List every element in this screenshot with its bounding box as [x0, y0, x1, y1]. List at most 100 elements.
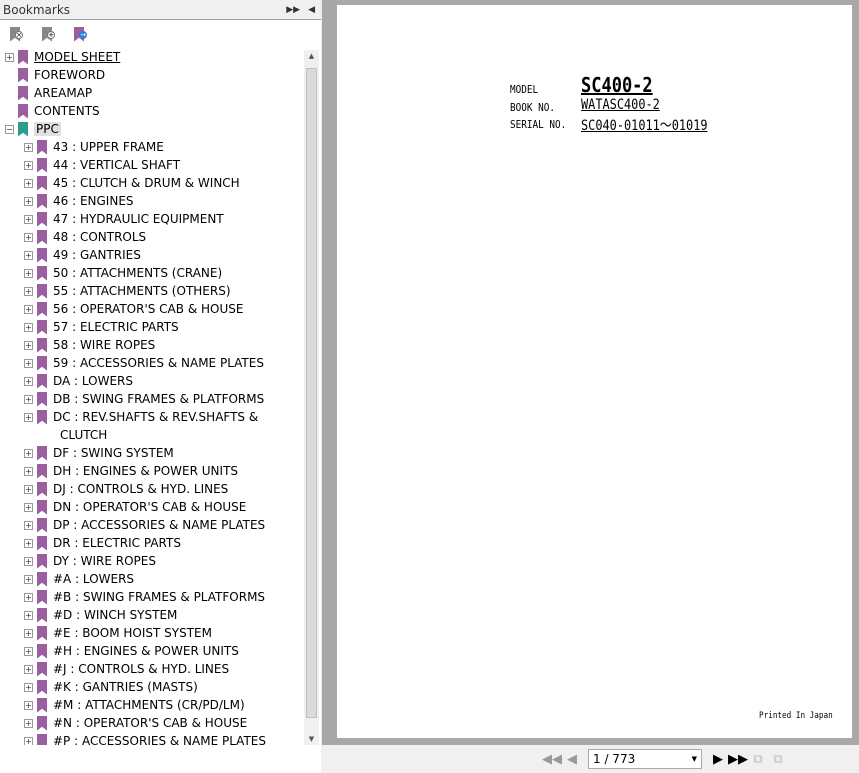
last-page-button[interactable]: ▶▶ — [728, 752, 748, 767]
delete-bookmark-icon[interactable]: × — [10, 26, 23, 42]
bookmark-label: #N : OPERATOR'S CAB & HOUSE — [53, 716, 248, 730]
expand-toggle-icon[interactable]: + — [24, 700, 33, 710]
expand-toggle-icon[interactable]: + — [5, 52, 14, 62]
bookmark-item[interactable]: CLUTCH — [54, 426, 107, 444]
scroll-up-icon[interactable]: ▲ — [304, 52, 319, 60]
previous-view-icon[interactable]: ⧉ — [748, 752, 768, 767]
bookmark-label: DJ : CONTROLS & HYD. LINES — [53, 482, 229, 496]
first-page-button[interactable]: ◀◀ — [542, 752, 562, 767]
bookmark-item[interactable]: − PPC — [5, 120, 61, 138]
bookmark-item[interactable]: +57 : ELECTRIC PARTS — [24, 318, 179, 336]
expand-toggle-icon[interactable]: + — [24, 232, 33, 242]
next-view-icon[interactable]: ⧉ — [768, 752, 788, 767]
bookmark-item[interactable]: + DC : REV.SHAFTS & REV.SHAFTS & — [24, 408, 258, 426]
bookmark-item[interactable]: + #M : ATTACHMENTS (CR/PD/LM) — [24, 696, 245, 714]
expand-toggle-icon[interactable]: + — [24, 358, 33, 368]
bookmark-item[interactable]: + #D : WINCH SYSTEM — [24, 606, 177, 624]
collapse-panel-icon[interactable]: ◀ — [308, 5, 315, 15]
bookmark-item[interactable]: + DY : WIRE ROPES — [24, 552, 156, 570]
bookmark-item[interactable]: + DJ : CONTROLS & HYD. LINES — [24, 480, 228, 498]
bookmark-item[interactable]: + DF : SWING SYSTEM — [24, 444, 174, 462]
expand-toggle-icon[interactable]: + — [24, 502, 33, 512]
previous-page-button[interactable]: ◀ — [562, 752, 582, 767]
expand-toggle-icon[interactable]: + — [24, 574, 33, 584]
bookmark-label: CONTENTS — [34, 104, 100, 118]
bookmark-icon — [37, 229, 47, 245]
bookmark-item[interactable]: + #K : GANTRIES (MASTS) — [24, 678, 198, 696]
expand-toggle-icon[interactable]: + — [24, 376, 33, 386]
bookmark-item[interactable]: + #N : OPERATOR'S CAB & HOUSE — [24, 714, 247, 732]
bookmark-item[interactable]: + #J : CONTROLS & HYD. LINES — [24, 660, 229, 678]
bookmark-item[interactable]: + DA : LOWERS — [24, 372, 133, 390]
expand-toggle-icon[interactable]: + — [24, 142, 33, 152]
expand-toggle-icon[interactable]: + — [24, 646, 33, 656]
bookmark-item[interactable]: + DN : OPERATOR'S CAB & HOUSE — [24, 498, 246, 516]
expand-toggle-icon[interactable]: + — [24, 538, 33, 548]
expand-toggle-icon[interactable]: + — [24, 466, 33, 476]
expand-toggle-icon[interactable]: + — [24, 484, 33, 494]
bookmark-item[interactable]: + DR : ELECTRIC PARTS — [24, 534, 181, 552]
bookmark-label: DH : ENGINES & POWER UNITS — [53, 464, 239, 478]
bookmark-item[interactable]: FOREWORD — [5, 66, 105, 84]
document-view: MODEL SC400-2 BOOK NO. WATASC400-2 SERIA… — [322, 0, 859, 745]
bookmark-item[interactable]: +58 : WIRE ROPES — [24, 336, 155, 354]
expand-toggle-icon[interactable]: − — [5, 124, 14, 134]
bookmark-item[interactable]: + MODEL SHEET — [5, 48, 120, 66]
bookmark-item[interactable]: + #A : LOWERS — [24, 570, 134, 588]
expand-toggle-icon[interactable]: + — [24, 196, 33, 206]
bookmark-icon — [37, 517, 47, 533]
bookmark-item[interactable]: + DH : ENGINES & POWER UNITS — [24, 462, 238, 480]
page-selector[interactable]: 1 / 773 ▼ — [588, 749, 702, 769]
expand-toggle-icon[interactable]: + — [24, 394, 33, 404]
expand-toggle-icon[interactable]: + — [24, 178, 33, 188]
bookmark-item[interactable]: +49 : GANTRIES — [24, 246, 141, 264]
scroll-down-icon[interactable]: ▼ — [304, 735, 319, 743]
tree-scrollbar[interactable]: ▲ ▼ — [304, 50, 319, 745]
bookmark-icon — [37, 589, 47, 605]
expand-toggle-icon[interactable]: + — [24, 214, 33, 224]
bookmark-item[interactable]: + DB : SWING FRAMES & PLATFORMS — [24, 390, 264, 408]
expand-toggle-icon[interactable]: + — [24, 304, 33, 314]
bookmark-icon — [18, 121, 28, 137]
expand-toggle-icon[interactable]: + — [24, 664, 33, 674]
bookmark-item[interactable]: + DP : ACCESSORIES & NAME PLATES — [24, 516, 265, 534]
expand-toggle-icon[interactable]: + — [24, 592, 33, 602]
expand-toggle-icon[interactable]: + — [24, 268, 33, 278]
expand-toggle-icon[interactable]: + — [24, 628, 33, 638]
expand-toggle-icon[interactable]: + — [24, 160, 33, 170]
bookmark-item[interactable]: +47 : HYDRAULIC EQUIPMENT — [24, 210, 224, 228]
bookmark-item[interactable]: +48 : CONTROLS — [24, 228, 146, 246]
bookmark-item[interactable]: +59 : ACCESSORIES & NAME PLATES — [24, 354, 264, 372]
expand-toggle-icon[interactable]: + — [24, 286, 33, 296]
bookmark-item[interactable]: +45 : CLUTCH & DRUM & WINCH — [24, 174, 240, 192]
next-page-button[interactable]: ▶ — [708, 752, 728, 767]
bookmark-item[interactable]: +46 : ENGINES — [24, 192, 134, 210]
options-icon[interactable]: ▶▶ — [286, 5, 300, 15]
go-to-bookmark-icon[interactable]: → — [74, 26, 87, 42]
expand-toggle-icon[interactable]: + — [24, 322, 33, 332]
expand-toggle-icon[interactable]: + — [24, 520, 33, 530]
bookmark-item[interactable]: + #P : ACCESSORIES & NAME PLATES — [24, 732, 266, 745]
add-bookmark-icon[interactable]: + — [42, 26, 55, 42]
expand-toggle-icon[interactable]: + — [24, 250, 33, 260]
bookmark-item[interactable]: CONTENTS — [5, 102, 100, 120]
bookmark-item[interactable]: +56 : OPERATOR'S CAB & HOUSE — [24, 300, 243, 318]
bookmark-item[interactable]: AREAMAP — [5, 84, 92, 102]
expand-toggle-icon[interactable]: + — [24, 340, 33, 350]
expand-toggle-icon[interactable]: + — [24, 448, 33, 458]
expand-toggle-icon[interactable]: + — [24, 682, 33, 692]
bookmark-item[interactable]: + #B : SWING FRAMES & PLATFORMS — [24, 588, 265, 606]
bookmark-item[interactable]: +43 : UPPER FRAME — [24, 138, 164, 156]
bookmark-item[interactable]: + #E : BOOM HOIST SYSTEM — [24, 624, 212, 642]
expand-toggle-icon[interactable]: + — [24, 736, 33, 745]
bookmark-icon — [37, 481, 47, 497]
bookmark-item[interactable]: +55 : ATTACHMENTS (OTHERS) — [24, 282, 231, 300]
expand-toggle-icon[interactable]: + — [24, 556, 33, 566]
bookmark-item[interactable]: +50 : ATTACHMENTS (CRANE) — [24, 264, 222, 282]
expand-toggle-icon[interactable]: + — [24, 412, 33, 422]
bookmark-item[interactable]: +44 : VERTICAL SHAFT — [24, 156, 180, 174]
expand-toggle-icon[interactable]: + — [24, 610, 33, 620]
bookmark-item[interactable]: + #H : ENGINES & POWER UNITS — [24, 642, 239, 660]
scrollbar-thumb[interactable] — [306, 68, 317, 718]
expand-toggle-icon[interactable]: + — [24, 718, 33, 728]
